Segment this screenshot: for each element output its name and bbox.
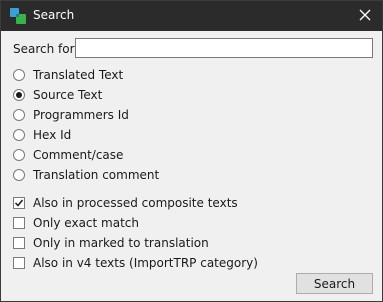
radio-button[interactable] [13, 149, 25, 161]
radio-button[interactable] [13, 69, 25, 81]
checkbox-label: Only exact match [33, 216, 139, 230]
search-dialog: Search Search for: Translated Text Sourc… [0, 0, 383, 302]
checkbox-processed-composite[interactable]: Also in processed composite texts [13, 195, 238, 211]
radio-label: Translated Text [33, 68, 124, 82]
checkbox-marked-to-translation[interactable]: Only in marked to translation [13, 235, 209, 251]
search-for-label: Search for: [13, 42, 79, 56]
checkbox[interactable] [13, 237, 25, 249]
radio-translation-comment[interactable]: Translation comment [13, 167, 159, 183]
checkbox[interactable] [13, 257, 25, 269]
radio-label: Comment/case [33, 148, 124, 162]
checkbox-label: Only in marked to translation [33, 236, 209, 250]
title-bar[interactable]: Search [1, 1, 382, 31]
close-icon[interactable] [358, 8, 372, 22]
radio-button[interactable] [13, 129, 25, 141]
radio-label: Programmers Id [33, 108, 129, 122]
radio-programmers-id[interactable]: Programmers Id [13, 107, 129, 123]
radio-button[interactable] [13, 109, 25, 121]
checkbox[interactable] [13, 197, 25, 209]
radio-button[interactable] [13, 169, 25, 181]
checkbox-label: Also in processed composite texts [33, 196, 238, 210]
search-button[interactable]: Search [296, 273, 373, 294]
radio-source-text[interactable]: Source Text [13, 87, 102, 103]
checkbox[interactable] [13, 217, 25, 229]
search-input[interactable] [75, 38, 373, 58]
window-title: Search [33, 8, 75, 22]
radio-hex-id[interactable]: Hex Id [13, 127, 71, 143]
checkbox-label: Also in v4 texts (ImportTRP category) [33, 256, 258, 270]
radio-button[interactable] [13, 89, 25, 101]
app-logo-icon [10, 8, 26, 24]
radio-comment-case[interactable]: Comment/case [13, 147, 123, 163]
radio-label: Hex Id [33, 128, 72, 142]
radio-label: Source Text [33, 88, 103, 102]
radio-label: Translation comment [33, 168, 160, 182]
checkbox-exact-match[interactable]: Only exact match [13, 215, 139, 231]
radio-translated-text[interactable]: Translated Text [13, 67, 123, 83]
checkbox-v4-texts[interactable]: Also in v4 texts (ImportTRP category) [13, 255, 258, 271]
